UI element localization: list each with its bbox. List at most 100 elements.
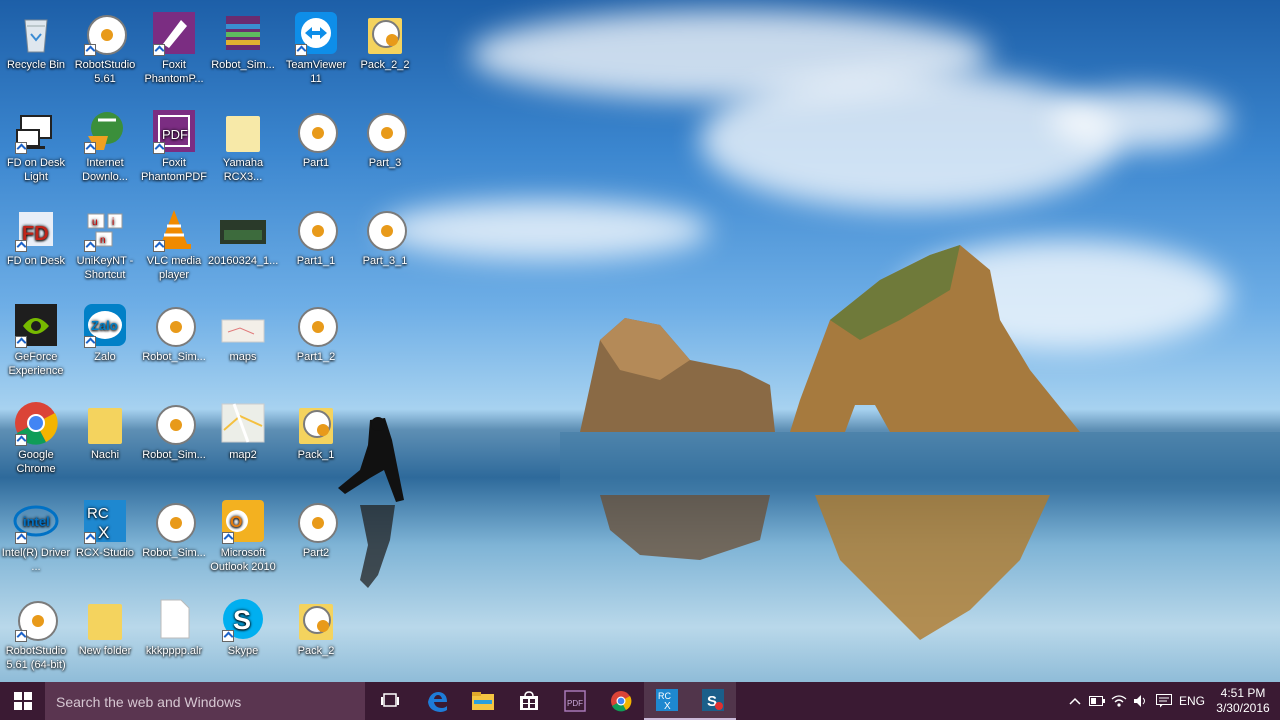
desktop-icon-new-folder[interactable]: New folder bbox=[69, 590, 141, 682]
desktop-icon-rcx-studio[interactable]: RC X RCX-Studio bbox=[69, 492, 141, 584]
desktop-icon-part1[interactable]: Part1 bbox=[280, 102, 352, 194]
clock-time: 4:51 PM bbox=[1220, 686, 1266, 700]
desktop-icon-pack-2-2[interactable]: Pack_2_2 bbox=[349, 4, 421, 96]
desktop-icon-video-20160324[interactable]: 20160324_1... bbox=[207, 200, 279, 292]
svg-text:RC: RC bbox=[87, 505, 109, 522]
recycle-bin-icon bbox=[24, 19, 48, 53]
edge-icon bbox=[428, 692, 447, 712]
robotstudio-icon bbox=[156, 307, 196, 347]
notification-icon bbox=[1156, 694, 1172, 708]
rcx-studio-icon: RCX bbox=[656, 689, 678, 711]
desktop-icon-outlook-2010[interactable]: O Microsoft Outlook 2010 bbox=[207, 492, 279, 584]
desktop-icon-robot-sim-1[interactable]: Robot_Sim... bbox=[138, 296, 210, 388]
pdf-icon: PDF bbox=[564, 690, 586, 712]
robotstudio-icon bbox=[156, 503, 196, 543]
svg-text:n: n bbox=[100, 235, 106, 246]
desktop-icon-robotstudio[interactable]: RobotStudio 5.61 bbox=[69, 4, 141, 96]
file-icon bbox=[160, 599, 190, 639]
robotstudio-icon bbox=[298, 503, 338, 543]
robotstudio-icon bbox=[298, 211, 338, 251]
tray-language[interactable]: ENG bbox=[1178, 682, 1206, 720]
desktop-icon-yamaha-rcx3[interactable]: Yamaha RCX3... bbox=[207, 102, 279, 194]
task-view-icon bbox=[381, 693, 399, 707]
folder-icon bbox=[472, 692, 494, 710]
desktop-icon-google-chrome[interactable]: Google Chrome bbox=[0, 394, 72, 486]
desktop-icon-zalo[interactable]: Zalo Zalo bbox=[69, 296, 141, 388]
volume-icon bbox=[1134, 695, 1145, 707]
desktop-icon-pack-1[interactable]: Pack_1 bbox=[280, 394, 352, 486]
folder-icon bbox=[88, 408, 122, 444]
desktop-icon-part-3[interactable]: Part_3 bbox=[349, 102, 421, 194]
desktop-icon-intel-driver[interactable]: intel Intel(R) Driver ... bbox=[0, 492, 72, 584]
start-button[interactable] bbox=[0, 682, 46, 720]
desktop-icon-recycle-bin[interactable]: Recycle Bin bbox=[0, 4, 72, 96]
wifi-icon bbox=[1111, 695, 1127, 707]
desktop-icon-maps[interactable]: maps bbox=[207, 296, 279, 388]
desktop-icon-internet-download-manager[interactable]: Internet Downlo... bbox=[69, 102, 141, 194]
desktop-icon-geforce-experience[interactable]: GeForce Experience bbox=[0, 296, 72, 388]
desktop-icon-foxit-phantompdf[interactable]: PDF Foxit PhantomPDF bbox=[138, 102, 210, 194]
desktop-icon-map2[interactable]: map2 bbox=[207, 394, 279, 486]
desktop-icon-unikey[interactable]: uin UniKeyNT - Shortcut bbox=[69, 200, 141, 292]
tray-action-center[interactable] bbox=[1152, 682, 1176, 720]
taskbar-chrome[interactable] bbox=[598, 682, 644, 720]
desktop-icon-robot-sim-3[interactable]: Robot_Sim... bbox=[138, 492, 210, 584]
svg-text:X: X bbox=[98, 523, 109, 542]
folder-icon bbox=[88, 604, 122, 640]
desktop-icon-part1-2[interactable]: Part1_2 bbox=[280, 296, 352, 388]
tray-chevron-button[interactable] bbox=[1064, 682, 1086, 720]
image-thumbnail-icon bbox=[221, 319, 265, 343]
desktop-icon-skype[interactable]: S Skype bbox=[207, 590, 279, 682]
tray-clock[interactable]: 4:51 PM 3/30/2016 bbox=[1210, 682, 1276, 720]
clock-date: 3/30/2016 bbox=[1216, 701, 1270, 715]
taskbar-rcx-studio[interactable]: RC X bbox=[644, 682, 690, 720]
windows-logo-icon bbox=[14, 692, 32, 710]
svg-text:RC: RC bbox=[658, 691, 671, 701]
svg-text:PDF: PDF bbox=[162, 127, 188, 142]
taskbar-studio-app[interactable]: S bbox=[690, 682, 736, 720]
winrar-icon bbox=[226, 16, 260, 50]
desktop-icon-teamviewer[interactable]: TeamViewer 11 bbox=[280, 4, 352, 96]
folder-icon bbox=[226, 116, 260, 152]
desktop[interactable]: Recycle Bin FD on Desk Light FD FD on De… bbox=[0, 0, 1280, 682]
tray-battery[interactable] bbox=[1086, 682, 1108, 720]
chevron-up-icon bbox=[1069, 697, 1081, 705]
taskbar-foxit-pdf[interactable]: PDF bbox=[552, 682, 598, 720]
desktop-icon-part2[interactable]: Part2 bbox=[280, 492, 352, 584]
desktop-icon-part-3-1[interactable]: Part_3_1 bbox=[349, 200, 421, 292]
svg-text:intel: intel bbox=[23, 514, 50, 529]
desktop-icon-fd-on-desk-light[interactable]: FD on Desk Light bbox=[0, 102, 72, 194]
desktop-icon-robotstudio-64[interactable]: RobotStudio 5.61 (64-bit) bbox=[0, 590, 72, 682]
studio-app-icon: S bbox=[702, 689, 724, 711]
robotstudio-icon bbox=[367, 211, 407, 251]
desktop-icon-pack-2[interactable]: Pack_2 bbox=[280, 590, 352, 682]
desktop-icon-vlc[interactable]: VLC media player bbox=[138, 200, 210, 292]
svg-text:X: X bbox=[664, 701, 671, 711]
svg-text:S: S bbox=[233, 605, 251, 635]
task-view-button[interactable] bbox=[367, 682, 413, 720]
robotstudio-icon bbox=[298, 113, 338, 153]
video-thumbnail-icon bbox=[220, 220, 266, 244]
robotstudio-icon bbox=[156, 405, 196, 445]
robotstudio-icon bbox=[298, 307, 338, 347]
taskbar-file-explorer[interactable] bbox=[460, 682, 506, 720]
battery-icon bbox=[1089, 696, 1105, 706]
taskbar-edge[interactable] bbox=[414, 682, 460, 720]
tray-volume[interactable] bbox=[1130, 682, 1152, 720]
search-box[interactable]: Search the web and Windows bbox=[45, 682, 365, 720]
taskbar-store[interactable] bbox=[506, 682, 552, 720]
desktop-icon-kkkpppp[interactable]: kkkpppp.alr bbox=[138, 590, 210, 682]
desktop-icon-robot-sim-2[interactable]: Robot_Sim... bbox=[138, 394, 210, 486]
svg-text:u: u bbox=[92, 217, 98, 228]
desktop-icon-foxit-phantomp[interactable]: Foxit PhantomP... bbox=[138, 4, 210, 96]
svg-text:PDF: PDF bbox=[567, 699, 583, 708]
desktop-icon-part1-1[interactable]: Part1_1 bbox=[280, 200, 352, 292]
tray-network[interactable] bbox=[1108, 682, 1130, 720]
desktop-icon-nachi[interactable]: Nachi bbox=[69, 394, 141, 486]
search-placeholder: Search the web and Windows bbox=[56, 694, 242, 710]
desktop-icon-robot-sim-archive[interactable]: Robot_Sim... bbox=[207, 4, 279, 96]
chrome-icon bbox=[611, 691, 632, 712]
svg-text:O: O bbox=[230, 514, 242, 531]
desktop-icon-fd-on-desk[interactable]: FD FD on Desk bbox=[0, 200, 72, 292]
taskbar: Search the web and Windows PDF RC X S ENG… bbox=[0, 682, 1280, 720]
